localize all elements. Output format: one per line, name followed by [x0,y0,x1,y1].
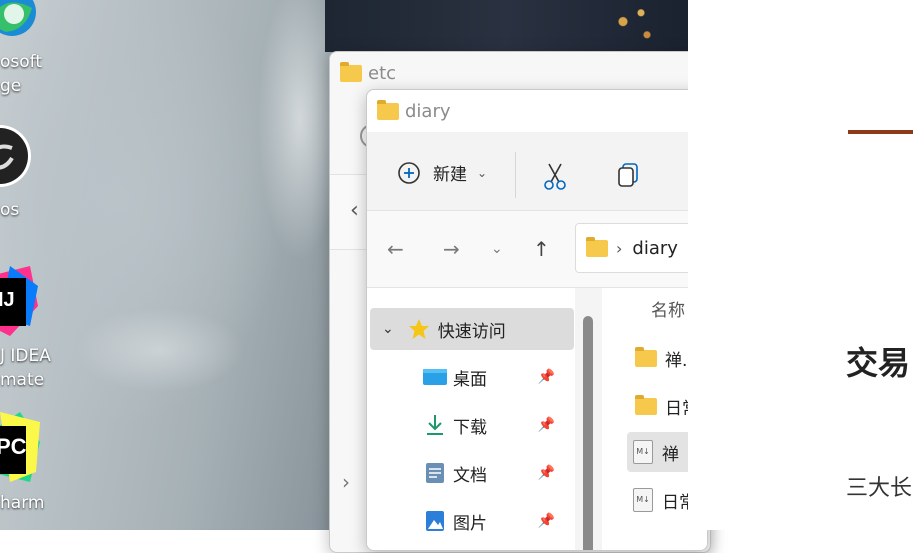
back-arrow-icon[interactable]: ← [387,237,404,261]
nav-item-label: 快速访问 [437,321,506,342]
nav-downloads[interactable]: 下载 📌 [367,404,573,446]
obs-icon [0,125,31,187]
desktop-icon-label: osoft [0,52,43,72]
document-body: 三大长 [846,476,913,501]
download-icon [427,415,443,435]
desktop-icon-label: harm [0,493,45,513]
svg-text:IJ: IJ [0,289,15,311]
markdown-file-icon: M↓ [633,440,653,464]
file-name: 禅 [662,444,679,465]
scrollbar-thumb[interactable] [583,316,593,550]
add-icon [398,161,420,184]
desktop-icon-label: ge [0,76,22,96]
new-button-label: 新建 [433,165,467,185]
desktop-icon-label: J IDEA [0,346,51,366]
pictures-icon [426,511,444,531]
markdown-file-icon: M↓ [633,488,653,512]
recent-dropdown-icon[interactable]: ⌄ [491,241,503,257]
folder-icon [377,99,399,120]
window-title: diary [405,100,451,122]
nav-desktop[interactable]: 桌面 📌 [367,356,573,398]
folder-icon [340,61,362,82]
nav-item-label: 文档 [453,465,487,486]
folder-icon [635,394,657,415]
cut-icon[interactable] [543,162,567,190]
title-bar[interactable]: etc [330,52,710,94]
pycharm-icon: PC [0,412,40,482]
pin-icon[interactable]: 📌 [538,465,555,481]
address-bar: ← → ⌄ ↑ › diary [367,211,707,288]
folder-icon [586,236,608,257]
nav-documents[interactable]: 文档 📌 [367,452,573,494]
nav-item-label: 下载 [453,417,487,438]
explorer-window-diary[interactable]: diary 新建 ⌄ ← → ⌄ ↑ › diary ⌄ 快速访问 桌面 📌 下… [366,89,708,551]
folder-icon [635,346,657,367]
document-heading: 交易 [846,344,911,382]
wallpaper-art [325,0,688,52]
document-page: 交易 三大长 [688,0,913,530]
back-arrow-icon[interactable]: ‹ [350,198,359,223]
chevron-right-icon: › [616,238,623,258]
chevron-right-icon[interactable]: › [342,470,350,494]
nav-quick-access[interactable]: ⌄ 快速访问 [370,308,574,350]
edge-icon [0,0,36,36]
command-bar: 新建 ⌄ [367,132,707,211]
chevron-down-icon: ⌄ [477,165,488,180]
svg-text:PC: PC [0,434,27,459]
window-title: etc [368,62,397,84]
column-header-name[interactable]: 名称 [651,296,685,321]
navigation-pane: ⌄ 快速访问 桌面 📌 下载 📌 文档 📌 图片 📌 [367,288,575,550]
up-arrow-icon[interactable]: ↑ [533,237,550,261]
document-icon [426,463,444,483]
copy-icon[interactable] [617,162,641,190]
new-button[interactable]: 新建 ⌄ [397,160,487,185]
title-bar[interactable]: diary [367,90,707,132]
pin-icon[interactable]: 📌 [538,417,555,433]
forward-arrow-icon[interactable]: → [443,237,460,261]
toolbar-divider [515,152,516,198]
star-icon [408,319,429,339]
pin-icon[interactable]: 📌 [538,369,555,385]
pin-icon[interactable]: 📌 [538,513,555,529]
nav-item-label: 桌面 [453,369,487,390]
path-segment[interactable]: diary [632,238,678,259]
nav-pictures[interactable]: 图片 📌 [367,500,573,542]
chevron-down-icon: ⌄ [382,321,394,337]
desktop-icon-label: mate [0,370,45,390]
intellij-icon: IJ [0,266,38,336]
desktop-icon [423,369,447,385]
decorative-line [848,130,913,134]
desktop-icon-label: os [0,200,20,220]
